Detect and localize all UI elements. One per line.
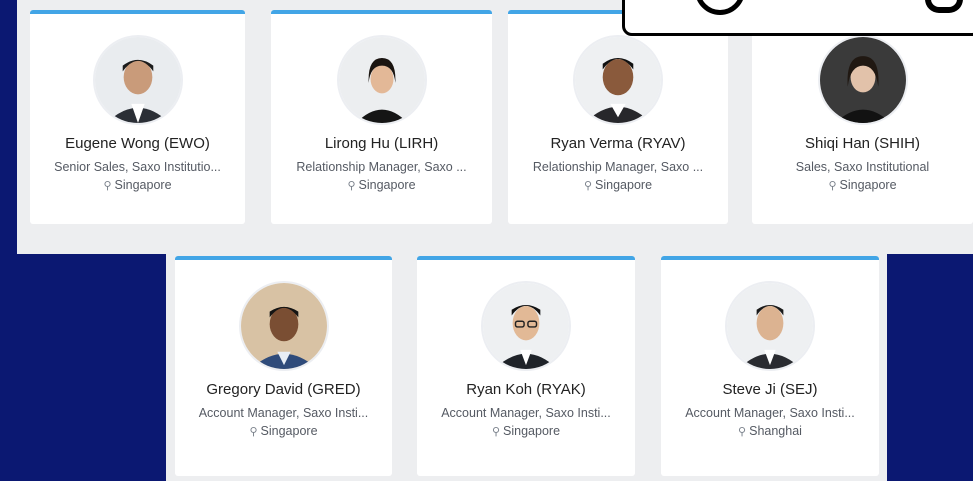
map-pin-icon: ⚲ — [103, 180, 112, 192]
contact-role: Senior Sales, Saxo Institutio... — [54, 160, 221, 174]
contact-name[interactable]: Gregory David (GRED) — [175, 381, 392, 398]
contact-role: Account Manager, Saxo Insti... — [198, 406, 369, 420]
contact-name[interactable]: Ryan Verma (RYAV) — [508, 135, 728, 152]
callout-overlay — [622, 0, 973, 36]
map-pin-icon: ⚲ — [828, 180, 837, 192]
avatar — [573, 35, 663, 125]
location-label: Singapore — [595, 178, 653, 192]
avatar — [92, 35, 183, 125]
contact-location: ⚲ Singapore — [271, 178, 492, 192]
contact-name[interactable]: Shiqi Han (SHIH) — [752, 135, 973, 152]
contact-card[interactable]: Shiqi Han (SHIH) Sales, Saxo Institution… — [752, 10, 973, 224]
location-label: Singapore — [839, 178, 897, 192]
map-pin-icon: ⚲ — [491, 426, 501, 438]
callout-glyph — [925, 0, 963, 13]
avatar — [817, 35, 908, 125]
contact-card[interactable]: Lirong Hu (LIRH) Relationship Manager, S… — [271, 10, 492, 224]
avatar — [481, 281, 571, 371]
contact-location: ⚲ Singapore — [752, 178, 973, 192]
callout-glyph — [695, 0, 745, 15]
contact-name[interactable]: Eugene Wong (EWO) — [30, 135, 245, 152]
avatar — [238, 281, 329, 371]
contact-location: ⚲ Singapore — [175, 424, 392, 438]
contact-card[interactable]: Steve Ji (SEJ) Account Manager, Saxo Ins… — [661, 256, 879, 476]
map-pin-icon: ⚲ — [347, 180, 356, 192]
map-pin-icon: ⚲ — [249, 426, 258, 438]
contacts-panel-bottom: Gregory David (GRED) Account Manager, Sa… — [166, 254, 887, 481]
contact-name[interactable]: Ryan Koh (RYAK) — [417, 381, 635, 398]
avatar — [336, 35, 427, 125]
location-label: Singapore — [260, 424, 318, 438]
avatar — [725, 281, 815, 371]
location-label: Shanghai — [749, 424, 802, 438]
contact-role: Relationship Manager, Saxo ... — [296, 160, 467, 174]
contact-role: Account Manager, Saxo Insti... — [685, 406, 855, 420]
contact-card[interactable]: Ryan Koh (RYAK) Account Manager, Saxo In… — [417, 256, 635, 476]
location-label: Singapore — [503, 424, 561, 438]
contact-role: Account Manager, Saxo Insti... — [441, 406, 611, 420]
contact-location: ⚲ Singapore — [508, 178, 728, 192]
contact-name[interactable]: Steve Ji (SEJ) — [661, 381, 879, 398]
map-pin-icon: ⚲ — [738, 426, 747, 438]
contacts-panel-top: Eugene Wong (EWO) Senior Sales, Saxo Ins… — [17, 0, 973, 254]
contact-card[interactable]: Ryan Verma (RYAV) Relationship Manager, … — [508, 10, 728, 224]
contact-location: ⚲ Singapore — [417, 424, 635, 438]
contact-role: Sales, Saxo Institutional — [795, 160, 930, 174]
contact-location: ⚲ Singapore — [30, 178, 245, 192]
location-label: Singapore — [114, 178, 172, 192]
contact-name[interactable]: Lirong Hu (LIRH) — [271, 135, 492, 152]
contact-role: Relationship Manager, Saxo ... — [532, 160, 704, 174]
location-label: Singapore — [358, 178, 416, 192]
contact-location: ⚲ Shanghai — [661, 424, 879, 438]
contact-card[interactable]: Gregory David (GRED) Account Manager, Sa… — [175, 256, 392, 476]
map-pin-icon: ⚲ — [583, 180, 593, 192]
contact-card[interactable]: Eugene Wong (EWO) Senior Sales, Saxo Ins… — [30, 10, 245, 224]
